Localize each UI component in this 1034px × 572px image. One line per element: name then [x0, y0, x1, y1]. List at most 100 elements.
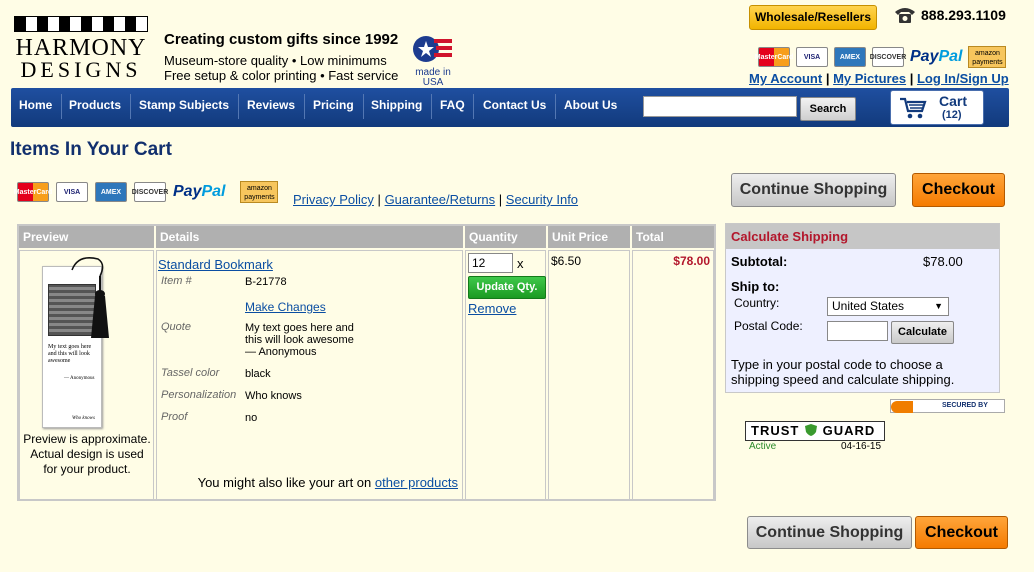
- unit-price-value: $6.50: [551, 254, 582, 268]
- bookmark-preview-image[interactable]: My text goes here and this will look awe…: [38, 254, 138, 430]
- postal-code-input[interactable]: [827, 321, 888, 341]
- phone-text: 888.293.1109: [921, 7, 1006, 23]
- checkout-button[interactable]: Checkout: [912, 173, 1005, 207]
- checkout-button-bottom[interactable]: Checkout: [915, 516, 1008, 549]
- continue-shopping-button[interactable]: Continue Shopping: [731, 173, 896, 207]
- tassel-color-label: Tassel color: [161, 367, 220, 379]
- trust-date: 04-16-15: [841, 441, 882, 452]
- trust-guard-badge[interactable]: TRUST GUARD Active 04-16-15: [745, 421, 885, 453]
- shipping-note: Type in your postal code to choose a shi…: [731, 357, 955, 387]
- login-signup-link[interactable]: Log In/Sign Up: [917, 71, 1009, 86]
- upsell-text: You might also like your art on other pr…: [198, 475, 458, 490]
- search-input[interactable]: [643, 96, 797, 117]
- quote-line2: this will look awesome: [245, 334, 354, 346]
- privacy-policy-link[interactable]: Privacy Policy: [293, 192, 374, 207]
- amazon-payments-icon: amazon payments: [240, 181, 279, 203]
- country-label: Country:: [734, 296, 780, 310]
- upsell-label: You might also like your art on: [197, 475, 372, 490]
- discover-icon: DISCOVER: [870, 47, 906, 67]
- bookmark-author-text: — Anonymous: [64, 376, 95, 381]
- trust-guard-text-a: TRUST: [751, 423, 800, 438]
- tassel-icon: [71, 257, 109, 338]
- country-select[interactable]: United States ▼: [827, 297, 949, 316]
- my-account-link[interactable]: My Account: [749, 71, 822, 86]
- proof-value: no: [245, 412, 258, 424]
- wholesale-resellers-button[interactable]: Wholesale/Resellers: [749, 5, 877, 30]
- nav-stamp-subjects[interactable]: Stamp Subjects: [139, 88, 229, 127]
- my-pictures-link[interactable]: My Pictures: [833, 71, 906, 86]
- quantity-x: x: [517, 256, 524, 271]
- mastercard-icon: MasterCard: [14, 182, 52, 202]
- search-button[interactable]: Search: [800, 97, 856, 121]
- make-changes-link[interactable]: Make Changes: [245, 300, 326, 314]
- usa-flag-icon: [413, 36, 452, 62]
- country-value: United States: [832, 299, 905, 313]
- paypal-text-b: Pal: [938, 48, 963, 65]
- link-separator: |: [377, 192, 381, 207]
- details-cell: Standard Bookmark Item # B-21778 Make Ch…: [156, 250, 463, 501]
- item-number-value: B-21778: [245, 276, 287, 288]
- quote-line3: — Anonymous: [245, 346, 317, 358]
- cart-table: Preview Details Quantity Unit Price Tota…: [17, 224, 716, 501]
- main-navigation: Home Products Stamp Subjects Reviews Pri…: [11, 88, 1009, 127]
- tagline: Creating custom gifts since 1992: [164, 31, 399, 48]
- nav-home[interactable]: Home: [19, 88, 52, 127]
- phone-icon: [895, 8, 915, 23]
- remove-link[interactable]: Remove: [468, 301, 516, 316]
- header-quantity: Quantity: [465, 226, 546, 248]
- nav-contact-us[interactable]: Contact Us: [483, 88, 546, 127]
- nav-shipping[interactable]: Shipping: [371, 88, 422, 127]
- trust-guard-text-b: GUARD: [822, 423, 876, 438]
- logo-line1: HARMONY: [15, 35, 147, 61]
- harmony-designs-logo[interactable]: HARMONY DESIGNS: [14, 16, 148, 81]
- chevron-down-icon: ▼: [934, 301, 943, 311]
- personalization-label: Personalization: [161, 389, 237, 401]
- update-quantity-button[interactable]: Update Qty.: [468, 276, 546, 299]
- cart-label: Cart: [939, 93, 968, 109]
- nav-reviews[interactable]: Reviews: [247, 88, 295, 127]
- made-in-usa-text: made in USA: [415, 67, 451, 88]
- visa-icon: VISA: [796, 47, 828, 67]
- cart-button[interactable]: Cart (12): [890, 90, 984, 125]
- unit-price-cell: $6.50: [548, 250, 630, 501]
- account-links: My Account | My Pictures | Log In/Sign U…: [749, 71, 1009, 86]
- amex-icon: AMEX: [95, 182, 127, 202]
- secured-by-text: SECURED BY: [942, 402, 988, 409]
- total-cell: $78.00: [632, 250, 714, 501]
- calculate-button[interactable]: Calculate: [891, 321, 954, 344]
- logo-checker-pattern: [14, 16, 148, 32]
- nav-about-us[interactable]: About Us: [564, 88, 617, 127]
- product-name-link[interactable]: Standard Bookmark: [158, 257, 273, 272]
- other-products-link[interactable]: other products: [375, 475, 458, 490]
- continue-shopping-button-bottom[interactable]: Continue Shopping: [747, 516, 912, 549]
- visa-icon: VISA: [56, 182, 88, 202]
- link-separator: |: [498, 192, 503, 207]
- quantity-cell: 12 x Update Qty. Remove: [465, 250, 546, 501]
- link-separator: |: [909, 71, 914, 86]
- nav-faq[interactable]: FAQ: [440, 88, 465, 127]
- shield-icon: [804, 424, 817, 436]
- paypal-logo: PayPal: [910, 48, 962, 66]
- header-preview: Preview: [19, 226, 154, 248]
- page-title: Items In Your Cart: [10, 139, 172, 160]
- payment-methods-top: MasterCard VISA AMEX DISCOVER PayPal ama…: [755, 46, 1007, 68]
- tagline-quality: Museum-store quality • Low minimums: [164, 53, 387, 68]
- secured-by-badge[interactable]: SECURED BY: [890, 399, 1005, 413]
- security-info-link[interactable]: Security Info: [506, 192, 578, 207]
- quote-line1: My text goes here and: [245, 322, 354, 334]
- guarantee-returns-link[interactable]: Guarantee/Returns: [385, 192, 496, 207]
- bookmark-signature-text: Who knows: [72, 416, 95, 421]
- secured-logo-icon: [891, 401, 913, 413]
- proof-label: Proof: [161, 411, 188, 423]
- phone-number[interactable]: 888.293.1109: [893, 6, 1006, 24]
- header-details: Details: [156, 226, 463, 248]
- quantity-input[interactable]: 12: [468, 253, 513, 273]
- nav-pricing[interactable]: Pricing: [313, 88, 354, 127]
- mastercard-icon: MasterCard: [755, 47, 793, 67]
- amex-icon: AMEX: [834, 47, 866, 67]
- nav-products[interactable]: Products: [69, 88, 121, 127]
- postal-code-label: Postal Code:: [734, 319, 803, 333]
- tassel-color-value: black: [245, 368, 271, 380]
- item-number-label: Item #: [161, 275, 192, 287]
- paypal-text-a: Pay: [173, 183, 202, 200]
